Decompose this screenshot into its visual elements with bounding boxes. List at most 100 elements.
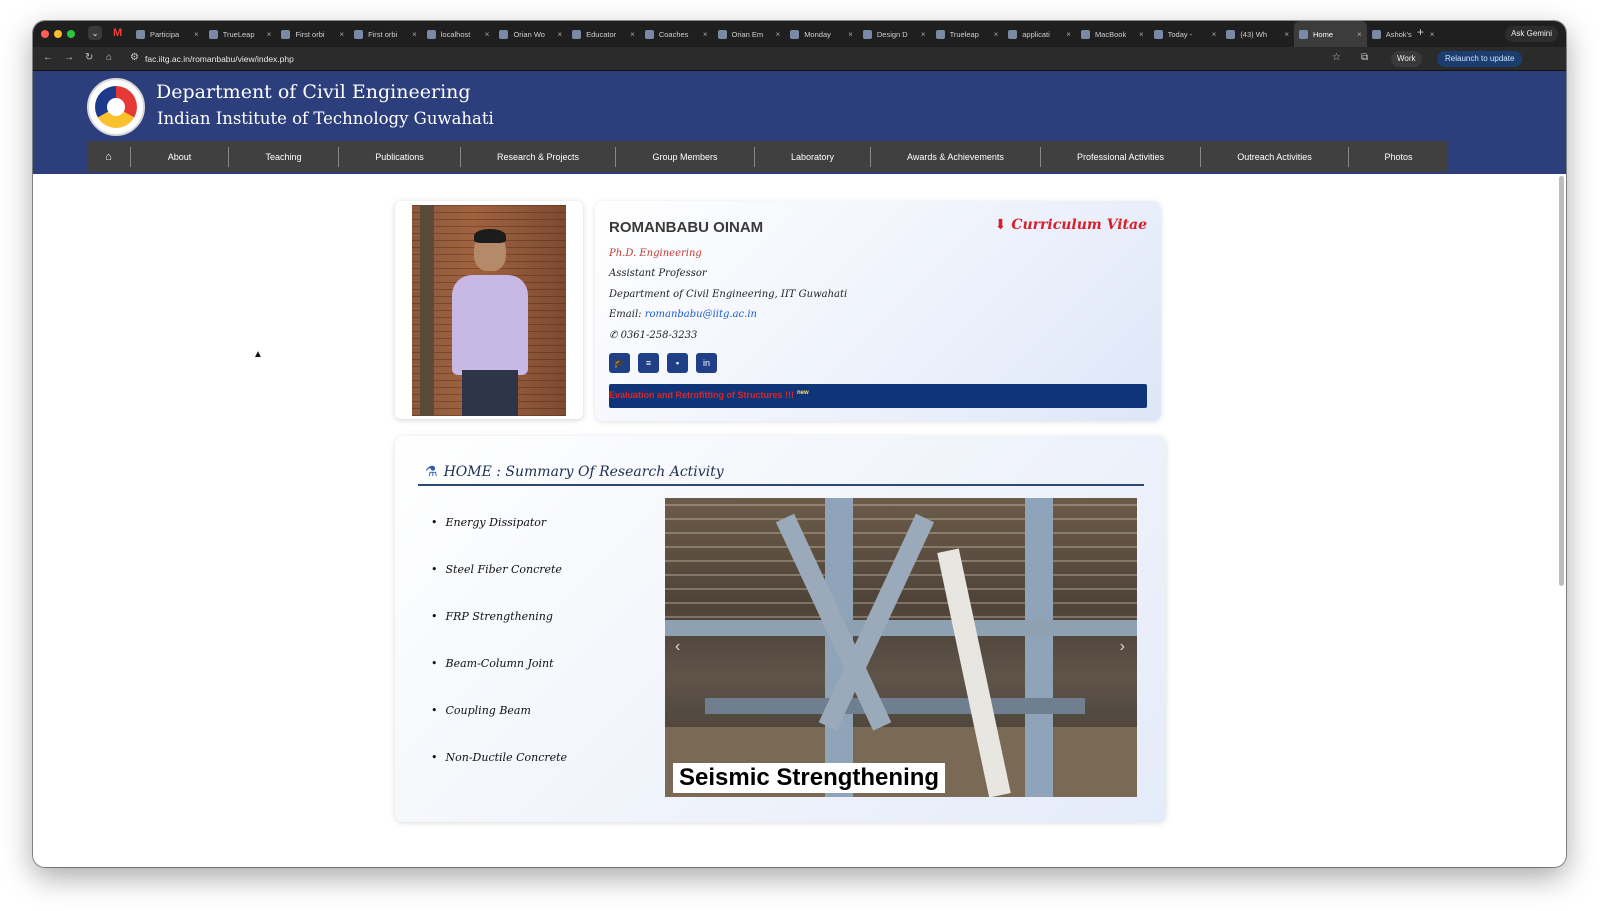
nav-home-icon[interactable]: ⌂ <box>87 151 130 163</box>
research-image-carousel[interactable]: ‹ › Seismic Strengthening <box>665 498 1137 797</box>
tab-favicon-icon <box>208 29 218 39</box>
tab-close-icon[interactable]: × <box>1212 30 1217 39</box>
nav-awards[interactable]: Awards & Achievements <box>870 146 1040 167</box>
reload-icon[interactable]: ↻ <box>85 52 93 63</box>
tab-favicon-icon <box>1080 29 1090 39</box>
back-icon[interactable]: ← <box>43 52 53 63</box>
tab-close-icon[interactable]: × <box>994 30 999 39</box>
browser-tab[interactable]: Orian Wo × <box>494 21 567 47</box>
profile-button[interactable]: Work <box>1391 51 1422 67</box>
browser-tab[interactable]: Ashok's × <box>1367 21 1440 47</box>
browser-tab[interactable]: Orian Em × <box>713 21 786 47</box>
tab-favicon-icon <box>790 29 800 39</box>
email-line: Email: romanbabu@iitg.ac.in <box>609 309 757 320</box>
news-ticker[interactable]: Evaluation and Retrofitting of Structure… <box>609 384 1147 408</box>
tab-title: Orian Wo <box>513 29 545 39</box>
orcid-icon[interactable]: ▪ <box>667 353 688 373</box>
browser-tab[interactable]: First orbi × <box>276 21 349 47</box>
browser-tab[interactable]: TrueLeap × <box>204 21 277 47</box>
browser-tab[interactable]: Monday × <box>785 21 858 47</box>
browser-tab[interactable]: (43) Wh × <box>1221 21 1294 47</box>
faculty-name: ROMANBABU OINAM <box>609 219 764 236</box>
tab-close-icon[interactable]: × <box>1430 30 1435 39</box>
tab-title: Orian Em <box>731 29 764 39</box>
nav-research-projects[interactable]: Research & Projects <box>460 146 615 167</box>
tab-search-icon[interactable]: ⌄ <box>88 26 102 40</box>
tab-favicon-icon <box>426 29 436 39</box>
ticker-text: Evaluation and Retrofitting of Structure… <box>609 390 809 400</box>
tab-title: Coaches <box>658 29 689 39</box>
google-scholar-icon[interactable]: 🎓 <box>609 353 630 373</box>
bookmark-star-icon[interactable]: ☆ <box>1332 52 1341 63</box>
database-icon[interactable]: ≡ <box>638 353 659 373</box>
tab-title: First orbi <box>368 29 398 39</box>
browser-tab[interactable]: Educator × <box>567 21 640 47</box>
linkedin-icon[interactable]: in <box>696 353 717 373</box>
tab-close-icon[interactable]: × <box>557 30 562 39</box>
profile-photo <box>412 205 566 416</box>
nav-group-members[interactable]: Group Members <box>615 146 754 167</box>
tab-close-icon[interactable]: × <box>1066 30 1071 39</box>
forward-icon[interactable]: → <box>64 52 74 63</box>
tab-favicon-icon <box>136 29 145 39</box>
nav-publications[interactable]: Publications <box>338 146 460 167</box>
home-browser-icon[interactable]: ⌂ <box>106 52 112 63</box>
tab-close-icon[interactable]: × <box>194 30 199 39</box>
position: Assistant Professor <box>609 268 707 279</box>
nav-teaching[interactable]: Teaching <box>228 146 338 167</box>
minimize-window-button[interactable] <box>54 30 62 38</box>
tab-title: applicati <box>1022 29 1050 39</box>
browser-tab[interactable]: Today - × <box>1149 21 1222 47</box>
tab-close-icon[interactable]: × <box>339 30 344 39</box>
list-item: FRP Strengthening <box>431 610 567 657</box>
degree: Ph.D. Engineering <box>609 248 702 259</box>
browser-tab[interactable]: First orbi × <box>349 21 422 47</box>
tab-close-icon[interactable]: × <box>1139 30 1144 39</box>
iitg-logo[interactable] <box>87 78 145 136</box>
extensions-icon[interactable]: ⧉ <box>1361 52 1368 63</box>
tab-close-icon[interactable]: × <box>1284 30 1289 39</box>
nav-photos[interactable]: Photos <box>1348 146 1448 167</box>
tab-close-icon[interactable]: × <box>412 30 417 39</box>
close-window-button[interactable] <box>41 30 49 38</box>
research-summary-card: ⚗ HOME : Summary Of Research Activity Ene… <box>395 436 1166 822</box>
tab-title: Trueleap <box>949 29 979 39</box>
tab-favicon-icon <box>935 29 945 39</box>
browser-tab[interactable]: Coaches × <box>640 21 713 47</box>
tab-close-icon[interactable]: × <box>703 30 708 39</box>
gmail-pinned-tab-icon[interactable]: M <box>113 27 122 39</box>
url-field[interactable]: fac.iitg.ac.in/romanbabu/view/index.php <box>145 54 294 64</box>
ask-gemini-button[interactable]: Ask Gemini <box>1505 26 1558 42</box>
browser-tab[interactable]: Participa × <box>131 21 204 47</box>
page-scrollbar[interactable] <box>1559 176 1564 586</box>
tab-close-icon[interactable]: × <box>776 30 781 39</box>
browser-tab[interactable]: Home × <box>1294 21 1367 47</box>
email-label: Email: <box>609 309 642 320</box>
nav-professional-activities[interactable]: Professional Activities <box>1040 146 1200 167</box>
photo-person-shirt <box>452 275 528 375</box>
new-tab-button[interactable]: + <box>1417 25 1424 39</box>
email-link[interactable]: romanbabu@iitg.ac.in <box>645 309 757 320</box>
tab-close-icon[interactable]: × <box>630 30 635 39</box>
nav-laboratory[interactable]: Laboratory <box>754 146 870 167</box>
tab-close-icon[interactable]: × <box>848 30 853 39</box>
tab-close-icon[interactable]: × <box>1357 30 1362 39</box>
carousel-prev-icon[interactable]: ‹ <box>675 638 680 656</box>
nav-outreach-activities[interactable]: Outreach Activities <box>1200 146 1348 167</box>
tab-title: Monday <box>804 29 831 39</box>
cv-link[interactable]: ⬇ Curriculum Vitae <box>995 217 1147 233</box>
relaunch-button[interactable]: Relaunch to update <box>1437 51 1523 67</box>
browser-tab[interactable]: applicati × <box>1003 21 1076 47</box>
browser-tab[interactable]: localhost × <box>422 21 495 47</box>
browser-tab[interactable]: Trueleap × <box>931 21 1004 47</box>
site-info-icon[interactable]: ⚙ <box>130 52 139 63</box>
tab-close-icon[interactable]: × <box>485 30 490 39</box>
nav-about[interactable]: About <box>130 146 228 167</box>
site-header: Department of Civil Engineering Indian I… <box>33 71 1566 174</box>
tab-close-icon[interactable]: × <box>267 30 272 39</box>
browser-tab[interactable]: Design D × <box>858 21 931 47</box>
carousel-next-icon[interactable]: › <box>1120 638 1125 656</box>
maximize-window-button[interactable] <box>67 30 75 38</box>
browser-tab[interactable]: MacBook × <box>1076 21 1149 47</box>
tab-close-icon[interactable]: × <box>921 30 926 39</box>
